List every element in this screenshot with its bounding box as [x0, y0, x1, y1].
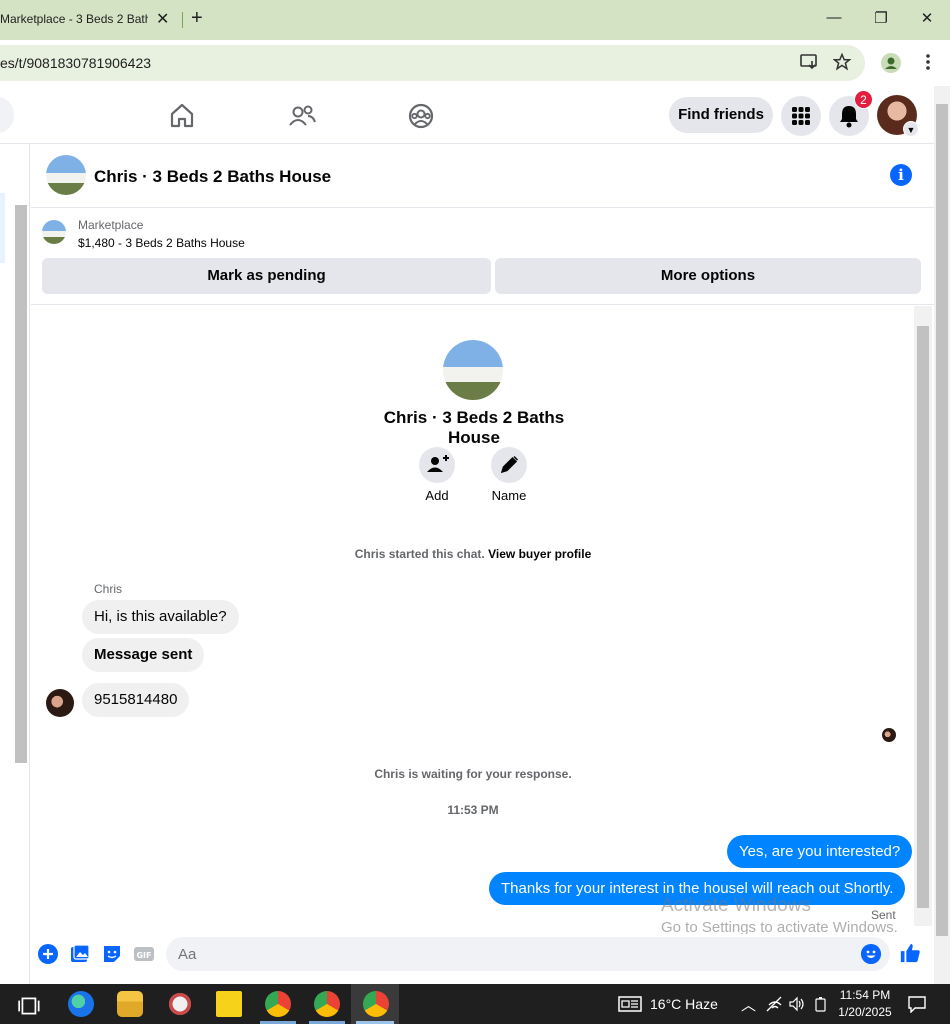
sender-name: Chris — [94, 582, 123, 596]
waiting-notice: Chris is waiting for your response. — [374, 767, 572, 781]
name-label: Name — [491, 488, 527, 503]
browser-tab[interactable]: Marketplace - 3 Beds 2 Baths ✕ — [0, 0, 182, 40]
plus-circle-icon[interactable] — [37, 943, 59, 965]
emoji-icon[interactable] — [861, 944, 881, 964]
chevron-up-icon[interactable]: ︿ — [741, 994, 756, 1015]
sticker-icon[interactable] — [101, 943, 123, 965]
chat-avatar[interactable] — [46, 155, 86, 195]
activate-windows-watermark: Activate Windows — [661, 895, 811, 916]
battery-icon[interactable] — [814, 996, 828, 1012]
sender-avatar[interactable] — [46, 689, 74, 717]
like-thumb-icon[interactable] — [899, 942, 921, 964]
install-app-icon[interactable] — [800, 53, 820, 71]
incoming-message[interactable]: Hi, is this available? — [82, 600, 239, 634]
url-text[interactable]: es/t/9081830781906423 — [0, 55, 151, 71]
view-buyer-profile-link[interactable]: View buyer profile — [488, 547, 591, 561]
chat-started-text: Chris started this chat. — [354, 547, 485, 561]
tab-separator — [182, 12, 183, 28]
account-chevron-down-icon[interactable]: ▼ — [903, 121, 919, 137]
bookmark-star-icon[interactable] — [833, 53, 851, 71]
network-icon[interactable] — [766, 996, 784, 1012]
chat-list-scrollbar-thumb[interactable] — [15, 205, 27, 763]
gif-icon[interactable]: GIF — [133, 943, 155, 965]
chat-title[interactable]: Chris · 3 Beds 2 Baths House — [94, 167, 331, 187]
chrome-active-icon[interactable] — [363, 991, 389, 1017]
listing-source-label: Marketplace — [78, 218, 144, 232]
clock-time[interactable]: 11:54 PM — [836, 988, 894, 1002]
friends-icon[interactable] — [287, 101, 317, 131]
edit-name-button[interactable] — [491, 447, 527, 483]
news-widget-icon[interactable] — [618, 995, 642, 1013]
restore-button[interactable]: ❐ — [866, 9, 896, 27]
tab-title: Marketplace - 3 Beds 2 Baths — [0, 12, 148, 26]
tab-close-icon[interactable]: ✕ — [156, 9, 169, 29]
info-icon[interactable]: i — [890, 164, 912, 186]
minimize-button[interactable]: — — [819, 9, 849, 26]
messages-scrollbar-thumb[interactable] — [917, 326, 929, 908]
task-view-icon[interactable] — [17, 993, 43, 1019]
profile-icon[interactable] — [881, 53, 901, 73]
volume-icon[interactable] — [788, 996, 804, 1012]
browser-menu-icon[interactable] — [924, 53, 932, 71]
home-icon[interactable] — [167, 101, 197, 131]
grid-menu-icon — [792, 107, 810, 125]
mark-as-pending-button[interactable]: Mark as pending — [42, 258, 491, 294]
weather-text[interactable]: 16°C Haze — [650, 996, 718, 1012]
paint-app-icon[interactable] — [167, 991, 193, 1017]
chrome-icon[interactable] — [265, 991, 291, 1017]
incoming-message[interactable]: 9515814480 — [82, 683, 190, 717]
pencil-icon — [500, 455, 519, 474]
notification-center-icon[interactable] — [907, 995, 927, 1013]
find-friends-button[interactable]: Find friends — [669, 97, 773, 133]
conversation-avatar — [443, 340, 503, 400]
more-options-button[interactable]: More options — [495, 258, 921, 294]
menu-button[interactable] — [781, 96, 821, 136]
close-window-button[interactable]: ✕ — [912, 9, 942, 27]
seen-receipt-avatar — [882, 728, 896, 742]
edge-browser-icon[interactable] — [68, 991, 94, 1017]
groups-icon[interactable] — [406, 101, 436, 131]
conversation-name: Chris · 3 Beds 2 Baths House — [383, 408, 565, 447]
outgoing-message[interactable]: Yes, are you interested? — [727, 835, 913, 868]
message-timestamp: 11:53 PM — [447, 803, 499, 817]
chat-started-notice: Chris started this chat. View buyer prof… — [300, 547, 646, 561]
page-scrollbar-thumb[interactable] — [936, 104, 948, 936]
add-person-button[interactable] — [419, 447, 455, 483]
listing-description[interactable]: $1,480 - 3 Beds 2 Baths House — [78, 236, 245, 250]
notification-badge: 2 — [854, 90, 873, 109]
sticky-notes-icon[interactable] — [216, 991, 242, 1017]
photo-icon[interactable] — [69, 943, 91, 965]
add-person-icon — [427, 455, 449, 472]
file-explorer-icon[interactable] — [117, 991, 143, 1017]
message-input[interactable] — [166, 937, 890, 971]
new-tab-button[interactable]: + — [191, 7, 203, 30]
chrome-profile-icon[interactable] — [314, 991, 340, 1017]
active-chat-highlight — [0, 193, 5, 263]
svg-text:GIF: GIF — [136, 951, 151, 960]
add-label: Add — [425, 488, 449, 503]
listing-thumbnail[interactable] — [42, 220, 66, 244]
incoming-message[interactable]: Message sent — [82, 638, 205, 672]
clock-date[interactable]: 1/20/2025 — [836, 1005, 894, 1019]
